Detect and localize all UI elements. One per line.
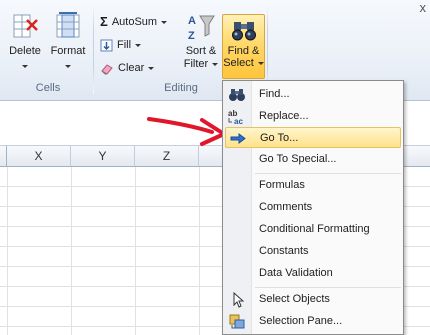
close-icon[interactable]: x — [420, 0, 427, 15]
menu-item-select-objects[interactable]: Select Objects — [225, 289, 401, 310]
autosum-button[interactable]: Σ AutoSum — [100, 13, 168, 31]
format-label: Format — [50, 45, 86, 57]
clear-label: Clear — [118, 62, 145, 74]
menu-label: Go To... — [260, 132, 299, 144]
eraser-icon — [101, 63, 113, 75]
sort-label-2: Filter — [183, 58, 209, 70]
menu-label: Selection Pane... — [259, 315, 343, 327]
menu-item-replace[interactable]: ab ac Replace... — [225, 106, 401, 127]
menu-item-go-to-special[interactable]: Go To Special... — [225, 149, 401, 170]
menu-label: Find... — [259, 88, 290, 100]
fill-down-icon — [100, 39, 113, 52]
selection-pane-icon — [229, 314, 245, 329]
find-select-button[interactable]: Find & Select — [222, 14, 265, 79]
column-header-z[interactable]: Z — [135, 146, 199, 166]
sort-az-funnel-icon: A Z — [188, 15, 215, 42]
column-header-x[interactable]: X — [7, 146, 71, 166]
menu-item-data-validation[interactable]: Data Validation — [225, 263, 401, 284]
fill-button[interactable]: Fill — [100, 36, 142, 54]
sigma-icon: Σ — [100, 14, 108, 30]
menu-item-selection-pane[interactable]: Selection Pane... — [225, 311, 401, 332]
replace-icon: ab ac — [228, 109, 243, 125]
row-header-corner[interactable] — [0, 146, 7, 166]
menu-label: Go To Special... — [259, 153, 337, 165]
svg-text:Z: Z — [188, 30, 195, 42]
find-select-menu: Find... ab ac Replace... Go To... Go To … — [222, 80, 404, 335]
autosum-label: AutoSum — [111, 16, 158, 28]
menu-label: Comments — [259, 201, 313, 213]
clear-button[interactable]: Clear — [100, 59, 155, 77]
delete-cells-icon — [13, 14, 38, 38]
menu-item-constants[interactable]: Constants — [225, 241, 401, 262]
menu-label: Constants — [259, 245, 309, 257]
binoculars-icon — [229, 89, 245, 101]
menu-label: Conditional Formatting — [259, 223, 370, 235]
svg-text:A: A — [188, 15, 196, 27]
menu-label: Data Validation — [259, 267, 333, 279]
delete-button[interactable]: Delete — [6, 12, 44, 73]
sort-filter-button[interactable]: A Z Sort & Filter — [180, 12, 222, 71]
menu-label: Formulas — [259, 179, 305, 191]
fill-label: Fill — [117, 39, 132, 51]
menu-item-go-to[interactable]: Go To... — [225, 127, 401, 148]
menu-item-find[interactable]: Find... — [225, 84, 401, 105]
menu-label: Select Objects — [259, 293, 330, 305]
find-label-2: Select — [223, 57, 254, 69]
pointer-icon — [233, 291, 245, 308]
menu-item-formulas[interactable]: Formulas — [225, 175, 401, 196]
svg-text:ac: ac — [234, 117, 243, 125]
find-label-1: Find & — [227, 45, 260, 57]
cells-group-label: Cells — [35, 82, 61, 94]
menu-separator — [255, 287, 401, 288]
group-divider — [93, 4, 94, 94]
red-arrow-annotation — [147, 117, 226, 146]
format-cells-icon — [56, 12, 80, 38]
menu-label: Replace... — [259, 110, 309, 122]
binoculars-icon — [231, 22, 256, 41]
column-header-y[interactable]: Y — [71, 146, 135, 166]
delete-label: Delete — [9, 45, 41, 57]
goto-arrow-icon — [230, 133, 246, 144]
menu-separator — [255, 173, 401, 174]
format-button[interactable]: Format — [46, 12, 90, 73]
menu-item-conditional-formatting[interactable]: Conditional Formatting — [225, 219, 401, 240]
menu-item-comments[interactable]: Comments — [225, 197, 401, 218]
sort-label-1: Sort & — [185, 45, 217, 57]
